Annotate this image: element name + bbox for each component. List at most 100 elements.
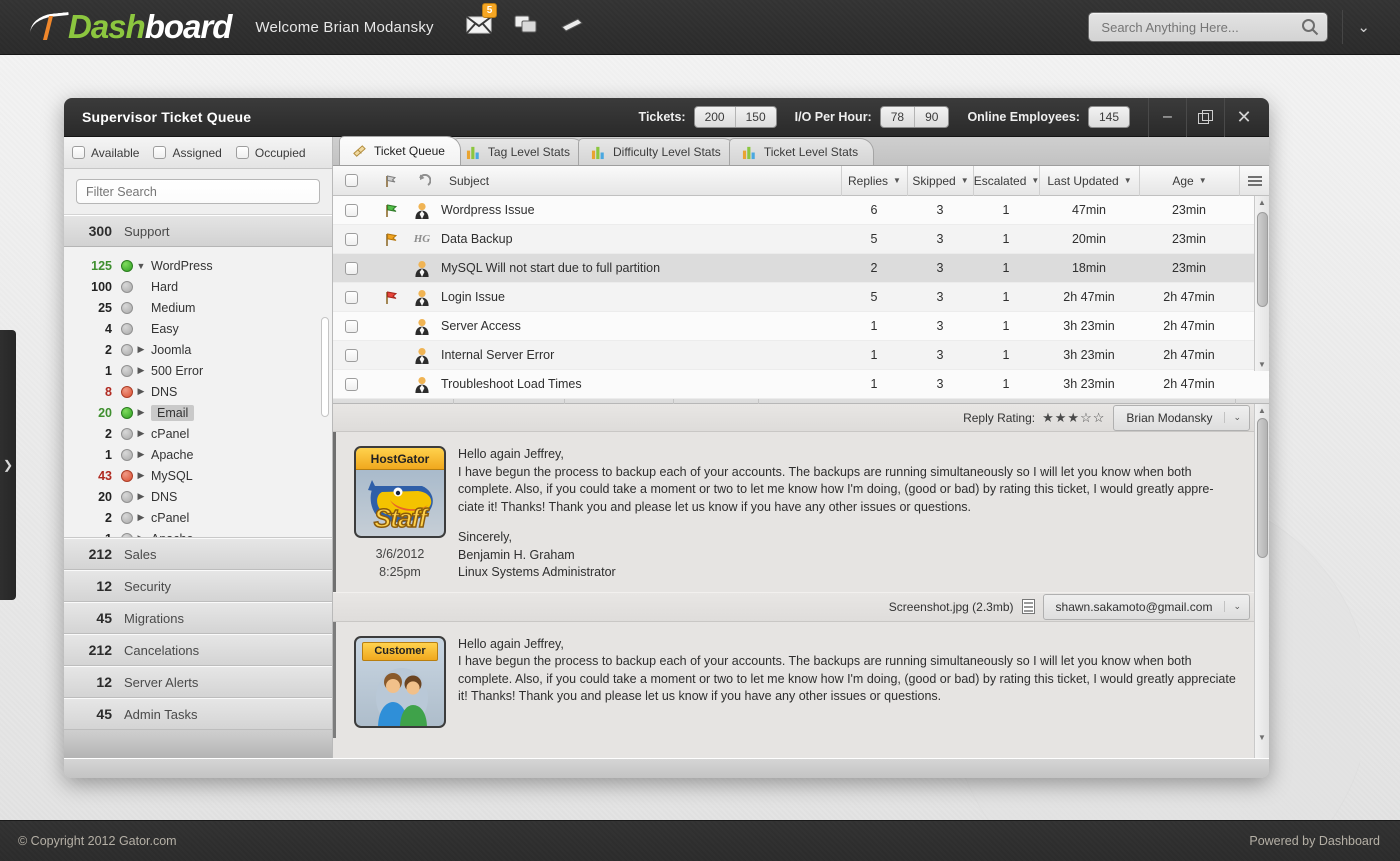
sidebar-tree[interactable]: 125 ▼ WordPress 100 Hard 25 Medium 4 Easy 2 ▶ Jooml…	[64, 247, 332, 538]
sidebar-tree-item[interactable]: 1 ▶ 500 Error	[64, 360, 332, 381]
customer-author-chevron-down-icon[interactable]: ⌄	[1224, 601, 1249, 612]
tree-item-toggle-icon[interactable]: ▶	[133, 512, 149, 523]
tab-ticket-level-stats[interactable]: Ticket Level Stats	[728, 138, 875, 165]
tab-tag-level-stats[interactable]: Tag Level Stats	[452, 138, 586, 165]
sidebar-tree-item[interactable]: 125 ▼ WordPress	[64, 255, 332, 276]
customer-author-selector[interactable]: shawn.sakamoto@gmail.com ⌄	[1042, 593, 1250, 620]
checkbox-row-select[interactable]	[344, 319, 358, 333]
sidebar-section-admin-tasks[interactable]: 45 Admin Tasks	[64, 698, 332, 730]
table-row[interactable]: Troubleshoot Load Times 1 3 1 3h 23min 2h 47m…	[333, 370, 1269, 399]
tree-item-toggle-icon[interactable]: ▶	[133, 491, 149, 502]
sidebar-section-migrations[interactable]: 45 Migrations	[64, 602, 332, 634]
attachment-icon[interactable]	[1021, 599, 1035, 614]
table-scrollbar[interactable]: ▲ ▼	[1254, 196, 1269, 371]
sidebar-section-cancelations[interactable]: 212 Cancelations	[64, 634, 332, 666]
checkbox-row-select[interactable]	[344, 203, 358, 217]
tree-item-toggle-icon[interactable]: ▶	[133, 344, 149, 355]
sidebar-tree-item[interactable]: 1 ▶Apache	[64, 528, 332, 537]
row-flag-orange-icon[interactable]	[375, 232, 407, 247]
flag-column-icon[interactable]	[375, 174, 407, 188]
table-row[interactable]: Internal Server Error 1 3 1 3h 23min 2h 47min	[333, 341, 1269, 370]
tab-ticket-queue[interactable]: Ticket Queue	[339, 136, 461, 165]
attachment-info[interactable]: Screenshot.jpg (2.3mb)	[889, 599, 1035, 614]
checkbox-row-select[interactable]	[344, 290, 358, 304]
conversation-scrollbar[interactable]: ▲ ▼	[1254, 404, 1269, 758]
checkbox-select-all[interactable]	[344, 174, 358, 187]
tree-item-toggle-icon[interactable]: ▼	[133, 261, 149, 271]
label-assigned[interactable]: Assigned	[172, 146, 221, 160]
conversation-scrollbar-thumb[interactable]	[1257, 418, 1268, 558]
sidebar-tree-item[interactable]: 43 ▶ MySQL	[64, 465, 332, 486]
tree-item-toggle-icon[interactable]: ▶	[133, 365, 149, 376]
label-occupied[interactable]: Occupied	[255, 146, 306, 160]
checkbox-row-select[interactable]	[344, 232, 358, 246]
tree-item-toggle-icon[interactable]: ▶	[133, 428, 149, 439]
sidebar-tree-item[interactable]: 20 ▶ Email	[64, 402, 332, 423]
column-header-last-updated[interactable]: Last Updated ▼	[1039, 165, 1139, 196]
sidebar-tree-scrollbar[interactable]	[321, 317, 329, 417]
sidebar-tree-item[interactable]: 4 Easy	[64, 318, 332, 339]
column-header-age[interactable]: Age ▼	[1139, 165, 1239, 196]
tab-difficulty-level-stats[interactable]: Difficulty Level Stats	[577, 138, 737, 165]
column-header-skipped[interactable]: Skipped ▼	[907, 165, 973, 196]
restore-button[interactable]	[1187, 98, 1225, 137]
search-icon[interactable]	[1301, 18, 1319, 36]
minimize-button[interactable]: –	[1149, 98, 1187, 137]
table-row[interactable]: HG Data Backup 5 3 1 20min 23min	[333, 225, 1269, 254]
reply-rating-stars[interactable]: ★★★☆☆	[1042, 410, 1105, 426]
tree-item-toggle-icon[interactable]: ▶	[133, 407, 149, 418]
checkbox-assigned[interactable]	[153, 146, 167, 159]
conv-scroll-down-icon[interactable]: ▼	[1258, 733, 1266, 742]
sidebar-tree-item[interactable]: 2 ▶ cPanel	[64, 423, 332, 444]
checkbox-row-select[interactable]	[344, 348, 358, 362]
header-chevron-down-icon[interactable]: ⌄	[1357, 18, 1370, 36]
sidebar-section-security[interactable]: 12 Security	[64, 570, 332, 602]
row-flag-green-icon[interactable]	[375, 203, 407, 218]
checkbox-occupied[interactable]	[235, 146, 249, 159]
label-available[interactable]: Available	[91, 146, 139, 160]
staff-author-selector[interactable]: Brian Modansky ⌄	[1113, 404, 1250, 431]
checkbox-row-select[interactable]	[344, 261, 358, 275]
staff-author-chevron-down-icon[interactable]: ⌄	[1224, 412, 1249, 423]
table-row[interactable]: MySQL Will not start due to full partiti…	[333, 254, 1269, 283]
sidebar-tree-item[interactable]: 8 ▶ DNS	[64, 381, 332, 402]
chat-bubbles-icon[interactable]	[514, 15, 538, 40]
sidebar-tree-item[interactable]: 100 Hard	[64, 276, 332, 297]
search-input[interactable]	[1101, 19, 1302, 35]
table-row[interactable]: Server Access 1 3 1 3h 23min 2h 47min	[333, 312, 1269, 341]
column-header-escalated[interactable]: Escalated ▼	[973, 165, 1039, 196]
sidebar-tree-item[interactable]: 2 ▶ cPanel	[64, 507, 332, 528]
ticket-icon[interactable]	[560, 17, 584, 38]
sidebar-tree-item[interactable]: 2 ▶ Joomla	[64, 339, 332, 360]
left-panel-flyout-toggle[interactable]: ❯	[0, 330, 16, 600]
table-row[interactable]: Login Issue 5 3 1 2h 47min 2h 47min	[333, 283, 1269, 312]
sidebar-tree-item[interactable]: 20 ▶ DNS	[64, 486, 332, 507]
tree-item-toggle-icon[interactable]: ▶	[133, 533, 149, 537]
column-header-subject[interactable]: Subject	[439, 174, 841, 188]
tree-item-toggle-icon[interactable]: ▶	[133, 449, 149, 460]
column-header-replies[interactable]: Replies ▼	[841, 165, 907, 196]
sidebar-section-server-alerts[interactable]: 12 Server Alerts	[64, 666, 332, 698]
sidebar-group-support[interactable]: 300 Support	[64, 215, 332, 247]
filter-search-input[interactable]	[76, 179, 320, 204]
checkbox-row-select[interactable]	[344, 377, 358, 391]
sidebar-tree-item[interactable]: 1 ▶Apache	[64, 444, 332, 465]
app-logo[interactable]: Dash board	[30, 8, 232, 46]
gator-link[interactable]: Gator.com	[119, 834, 177, 848]
table-scrollbar-thumb[interactable]	[1257, 212, 1268, 307]
tree-item-toggle-icon[interactable]: ▶	[133, 470, 149, 481]
checkbox-available[interactable]	[72, 146, 85, 159]
search-box[interactable]	[1088, 12, 1329, 42]
table-row[interactable]: Wordpress Issue 6 3 1 47min 23min	[333, 196, 1269, 225]
close-button[interactable]: ✕	[1225, 98, 1269, 137]
tree-item-toggle-icon[interactable]: ▶	[133, 386, 149, 397]
conv-scroll-up-icon[interactable]: ▲	[1258, 406, 1266, 415]
scroll-down-icon[interactable]: ▼	[1258, 360, 1266, 369]
undo-column-icon[interactable]	[407, 173, 439, 188]
scroll-up-icon[interactable]: ▲	[1258, 198, 1266, 207]
sidebar-tree-item[interactable]: 25 Medium	[64, 297, 332, 318]
sidebar-section-sales[interactable]: 212 Sales	[64, 538, 332, 570]
row-flag-red-icon[interactable]	[375, 290, 407, 305]
hamburger-menu-icon[interactable]	[1239, 165, 1269, 196]
envelope-icon[interactable]: 5	[465, 2, 498, 39]
